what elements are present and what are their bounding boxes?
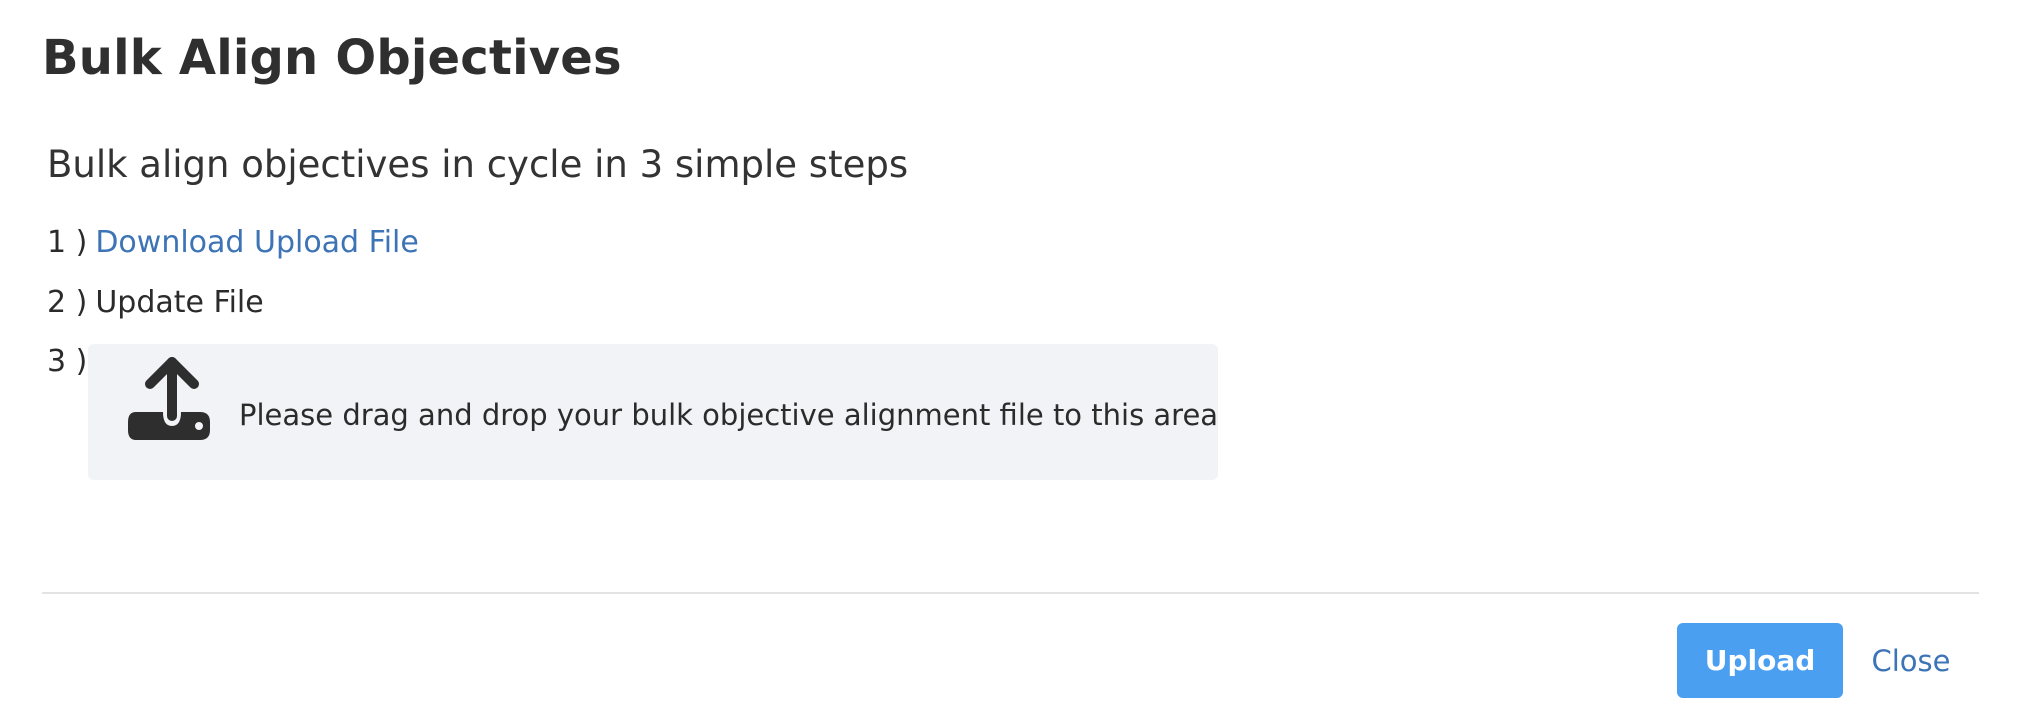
upload-button[interactable]: Upload [1677, 623, 1843, 698]
bulk-align-modal: Bulk Align Objectives Bulk align objecti… [0, 0, 2020, 718]
step-3-number: 3 ) [47, 344, 88, 379]
dropzone-instructions: Please drag and drop your bulk objective… [239, 398, 1219, 432]
download-upload-file-link[interactable]: Download Upload File [95, 225, 419, 260]
close-button[interactable]: Close [1861, 623, 1961, 698]
footer-divider [42, 592, 1979, 594]
modal-title: Bulk Align Objectives [42, 30, 622, 86]
step-2: 2 ) Update File [47, 283, 264, 323]
step-2-number: 2 ) [47, 285, 88, 320]
file-dropzone[interactable]: Please drag and drop your bulk objective… [88, 344, 1218, 480]
upload-icon [128, 357, 210, 440]
step-1: 1 ) Download Upload File [47, 223, 419, 263]
intro-text: Bulk align objectives in cycle in 3 simp… [47, 143, 909, 186]
step-2-label: Update File [95, 285, 264, 320]
step-1-number: 1 ) [47, 225, 88, 260]
